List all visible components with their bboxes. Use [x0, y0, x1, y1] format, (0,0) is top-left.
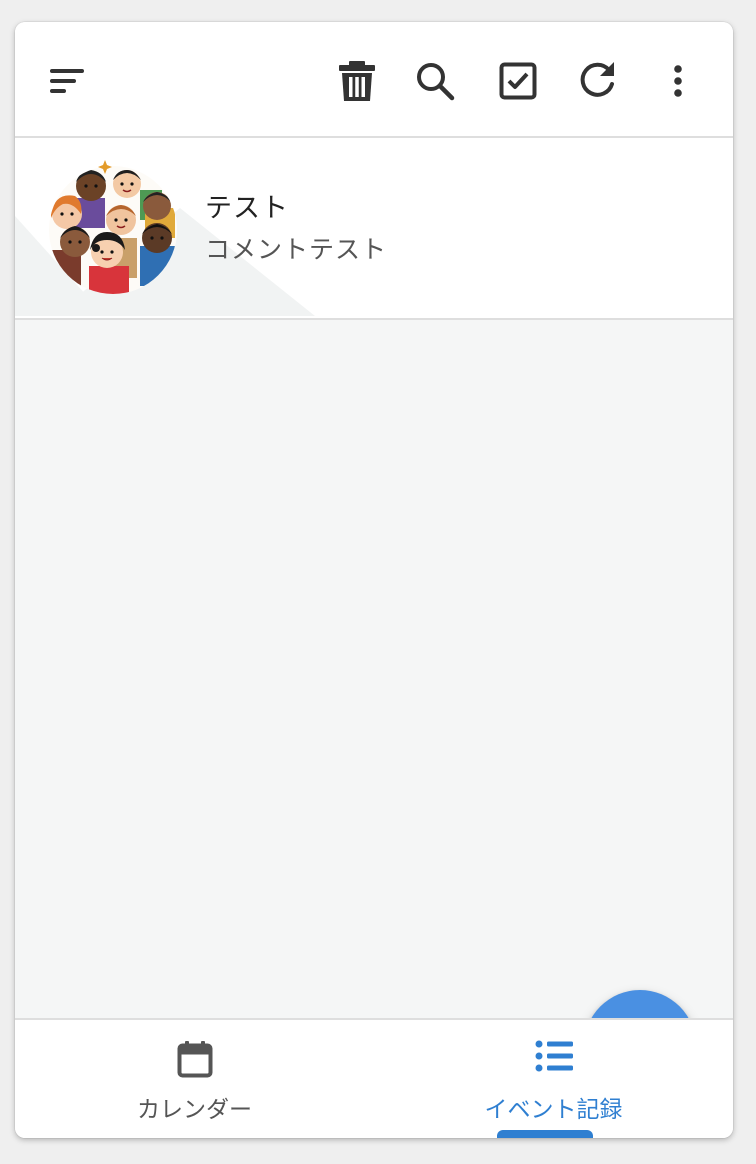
search-icon	[417, 63, 455, 101]
more-options-button[interactable]	[654, 57, 702, 105]
select-button[interactable]	[494, 57, 542, 105]
app-window: テスト コメントテスト カレンダー イベント記録	[15, 22, 733, 1138]
top-toolbar	[15, 22, 733, 138]
nav-item-calendar[interactable]: カレンダー	[15, 1020, 374, 1138]
active-tab-indicator	[497, 1130, 593, 1138]
more-vert-icon	[674, 65, 682, 97]
event-comment: コメントテスト	[205, 235, 388, 264]
bottom-navigation: カレンダー イベント記録	[15, 1018, 733, 1138]
event-list-area: テスト コメントテスト	[15, 138, 733, 1102]
checkbox-icon	[499, 62, 537, 100]
trash-icon	[339, 61, 375, 101]
nav-label-calendar: カレンダー	[137, 1097, 252, 1123]
calendar-icon	[177, 1041, 212, 1078]
delete-button[interactable]	[333, 57, 381, 105]
refresh-button[interactable]	[573, 57, 621, 105]
nav-item-event-log[interactable]: イベント記録	[374, 1020, 733, 1138]
list-icon	[535, 1040, 573, 1072]
list-item[interactable]: テスト コメントテスト	[15, 138, 733, 320]
sort-button[interactable]	[43, 57, 91, 105]
refresh-icon	[580, 62, 614, 97]
avatar	[49, 160, 177, 294]
nav-label-event-log: イベント記録	[484, 1097, 623, 1123]
sort-icon	[50, 69, 84, 93]
event-title: テスト	[205, 193, 289, 224]
search-button[interactable]	[411, 57, 459, 105]
